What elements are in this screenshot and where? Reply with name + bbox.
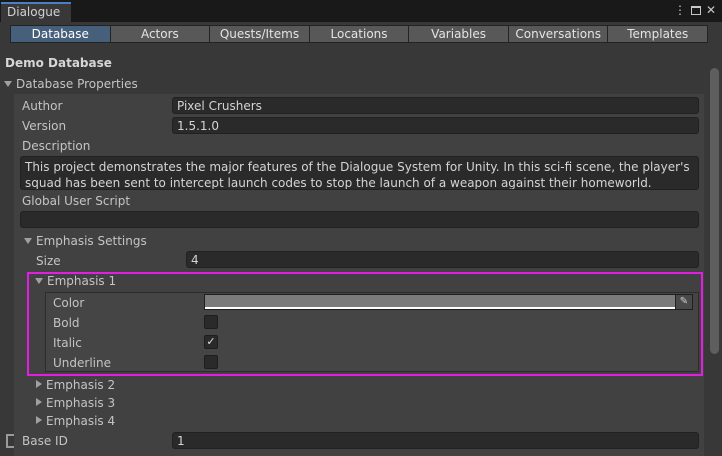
check-icon: ✓: [206, 335, 216, 348]
italic-checkbox[interactable]: ✓: [204, 335, 218, 349]
emphasis-1-foldout[interactable]: Emphasis 1: [35, 274, 116, 288]
window-controls: ⋮ ✕: [674, 3, 716, 17]
bold-label: Bold: [53, 316, 80, 330]
left-edge-bracket: [6, 434, 14, 448]
description-field[interactable]: This project demonstrates the major feat…: [20, 156, 699, 190]
description-label: Description: [22, 139, 91, 153]
tab-actors[interactable]: Actors: [109, 25, 211, 43]
author-field[interactable]: Pixel Crushers: [172, 97, 699, 114]
version-field[interactable]: 1.5.1.0: [172, 117, 699, 134]
tab-quests-items[interactable]: Quests/Items: [209, 25, 310, 43]
foldout-expanded-icon: [35, 278, 43, 284]
kebab-menu-icon[interactable]: ⋮: [674, 3, 686, 17]
emphasis-4-label: Emphasis 4: [46, 414, 116, 428]
emphasis-settings-foldout[interactable]: Emphasis Settings: [24, 234, 147, 248]
emphasis-4-foldout[interactable]: Emphasis 4: [35, 414, 115, 428]
toolbar: Database Actors Quests/Items Locations V…: [0, 22, 722, 46]
foldout-collapsed-icon: [36, 416, 42, 424]
underline-label: Underline: [53, 356, 111, 370]
foldout-collapsed-icon: [36, 398, 42, 406]
foldout-collapsed-icon: [36, 380, 42, 388]
foldout-expanded-icon: [24, 238, 32, 244]
italic-label: Italic: [53, 336, 82, 350]
window-tab-dialogue[interactable]: Dialogue: [1, 2, 71, 22]
close-icon[interactable]: ✕: [706, 3, 716, 17]
size-field[interactable]: 4: [186, 251, 699, 268]
eyedropper-icon[interactable]: ✎: [675, 295, 692, 309]
emphasis-2-label: Emphasis 2: [46, 378, 116, 392]
scrollbar-thumb[interactable]: [710, 68, 719, 354]
database-properties-foldout[interactable]: Database Properties: [4, 77, 138, 91]
color-alpha-bar: [205, 307, 675, 309]
author-label: Author: [22, 99, 63, 113]
emphasis-3-label: Emphasis 3: [46, 396, 116, 410]
color-field[interactable]: ✎: [204, 294, 693, 310]
section-tabs: Database Actors Quests/Items Locations V…: [10, 25, 709, 43]
version-label: Version: [22, 119, 67, 133]
window-tab-bar: Dialogue ⋮ ✕: [0, 0, 722, 22]
database-properties-label: Database Properties: [16, 77, 138, 91]
base-id-label: Base ID: [22, 434, 68, 448]
inspector-content: Demo Database Database Properties Author…: [0, 46, 722, 456]
color-swatch[interactable]: [205, 295, 675, 307]
foldout-expanded-icon: [4, 81, 12, 87]
emphasis-1-label: Emphasis 1: [47, 274, 117, 288]
base-id-field[interactable]: 1: [172, 432, 699, 449]
tab-conversations[interactable]: Conversations: [507, 25, 609, 43]
tab-database[interactable]: Database: [10, 25, 111, 43]
tab-locations[interactable]: Locations: [308, 25, 410, 43]
tab-variables[interactable]: Variables: [408, 25, 509, 43]
emphasis-settings-label: Emphasis Settings: [36, 234, 147, 248]
maximize-icon[interactable]: [690, 5, 701, 15]
emphasis-3-foldout[interactable]: Emphasis 3: [35, 396, 115, 410]
global-user-script-field[interactable]: [20, 211, 699, 228]
color-label: Color: [53, 296, 85, 310]
vertical-scrollbar[interactable]: [708, 68, 721, 456]
underline-checkbox[interactable]: [204, 355, 218, 369]
size-label: Size: [36, 254, 61, 268]
emphasis-2-foldout[interactable]: Emphasis 2: [35, 378, 115, 392]
tab-templates[interactable]: Templates: [607, 25, 709, 43]
bold-checkbox[interactable]: [204, 315, 218, 329]
global-user-script-label: Global User Script: [22, 194, 131, 208]
database-title: Demo Database: [5, 56, 112, 70]
